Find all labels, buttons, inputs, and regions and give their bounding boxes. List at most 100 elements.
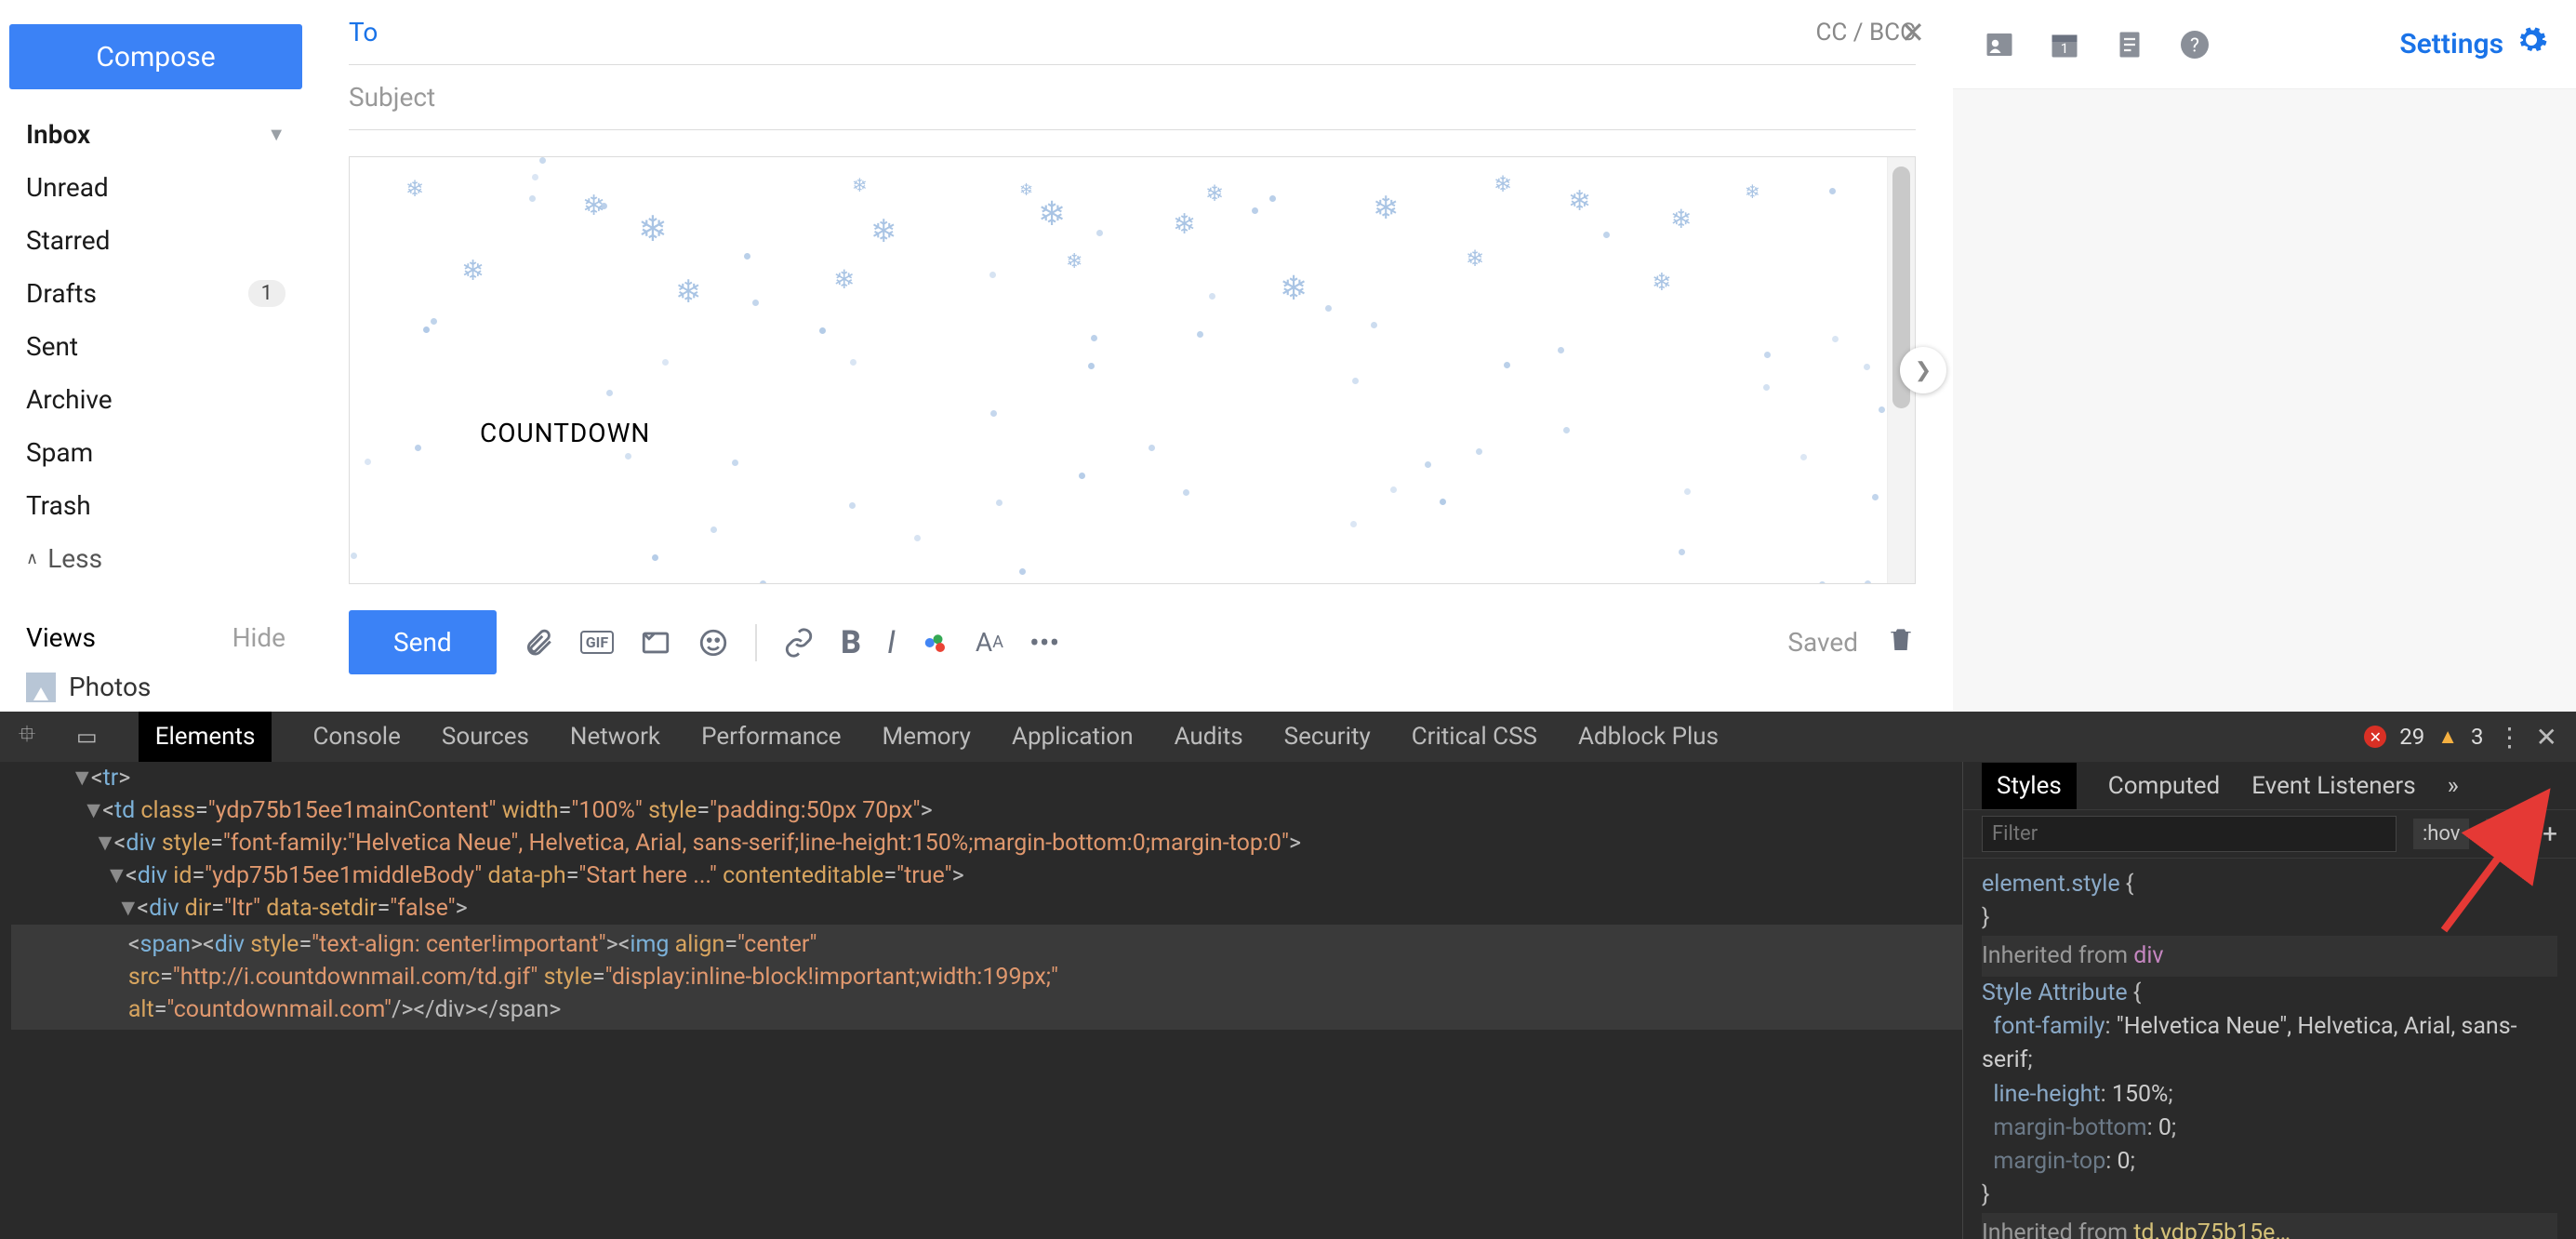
sidebar: Compose Inbox ▼ Unread Starred Drafts 1 … <box>0 0 312 712</box>
calendar-icon[interactable]: 1 <box>2046 26 2083 63</box>
view-photos[interactable]: Photos <box>9 662 302 712</box>
chevron-down-icon[interactable]: ▼ <box>267 123 285 146</box>
new-style-icon[interactable]: + <box>2543 819 2557 849</box>
device-toggle-icon[interactable]: ▭ <box>76 724 98 750</box>
close-icon[interactable]: ✕ <box>1900 15 1925 50</box>
tab-critical-css[interactable]: Critical CSS <box>1412 723 1537 751</box>
compose-button[interactable]: Compose <box>9 24 302 89</box>
subject-placeholder: Subject <box>349 82 435 113</box>
css-prop: margin-bottom <box>1993 1114 2146 1141</box>
subject-field[interactable]: Subject <box>349 65 1916 130</box>
countdown-image-alt: COUNTDOWN <box>480 418 650 448</box>
css-val: 0 <box>2158 1114 2171 1141</box>
compose-pane: ✕ To CC / BCC Subject COUNTDOWN ❄❄❄❄❄❄❄❄… <box>312 0 1953 712</box>
tab-security[interactable]: Security <box>1284 723 1371 751</box>
emoji-icon[interactable] <box>697 627 729 659</box>
settings-label: Settings <box>2399 28 2503 60</box>
expand-icon[interactable]: ❯ <box>1900 347 1946 393</box>
italic-icon[interactable]: I <box>887 624 896 661</box>
tab-memory[interactable]: Memory <box>883 723 971 751</box>
styles-tabs: Styles Computed Event Listeners » <box>1963 762 2576 810</box>
drafts-badge: 1 <box>248 280 285 307</box>
link-icon[interactable] <box>783 627 815 659</box>
views-hide[interactable]: Hide <box>232 622 285 653</box>
nav-label: Inbox <box>26 119 90 150</box>
svg-text:1: 1 <box>2061 40 2068 57</box>
devtools: ⯐ ▭ Elements Console Sources Network Per… <box>0 712 2576 1239</box>
inherited-label: Inherited from <box>1982 942 2128 969</box>
card-icon[interactable] <box>640 627 671 659</box>
css-val: 150% <box>2112 1081 2168 1108</box>
tab-computed[interactable]: Computed <box>2108 772 2220 800</box>
nav-sent[interactable]: Sent <box>9 320 302 373</box>
help-icon[interactable]: ? <box>2176 26 2213 63</box>
tab-performance[interactable]: Performance <box>701 723 841 751</box>
nav-label: Sent <box>26 331 78 362</box>
css-prop: font-family <box>1993 1013 2105 1040</box>
devtools-tabs: ⯐ ▭ Elements Console Sources Network Per… <box>0 712 2576 762</box>
views-header: Views Hide <box>9 585 302 662</box>
send-button[interactable]: Send <box>349 610 497 674</box>
nav-label: Unread <box>26 172 109 203</box>
nav-drafts[interactable]: Drafts 1 <box>9 267 302 320</box>
dom-tree[interactable]: ▼<tr> ▼<td class="ydp75b15ee1mainContent… <box>0 762 1962 1239</box>
devtools-menu-icon[interactable]: ⋮ <box>2497 722 2523 753</box>
inspect-icon[interactable]: ⯐ <box>19 718 35 756</box>
styles-panel: Styles Computed Event Listeners » :hov .… <box>1962 762 2576 1239</box>
right-header: 1 ? Settings <box>1953 0 2576 89</box>
tab-elements[interactable]: Elements <box>139 712 272 762</box>
tab-audits[interactable]: Audits <box>1175 723 1243 751</box>
to-label: To <box>349 17 378 47</box>
tab-network[interactable]: Network <box>570 723 660 751</box>
attach-icon[interactable] <box>523 627 554 659</box>
devtools-close-icon[interactable]: ✕ <box>2536 722 2557 753</box>
nav-spam[interactable]: Spam <box>9 426 302 479</box>
warning-count-icon[interactable]: ▲ <box>2437 725 2458 749</box>
nav-unread[interactable]: Unread <box>9 161 302 214</box>
font-size-icon[interactable]: AA <box>976 627 1003 658</box>
more-icon[interactable]: ••• <box>1029 625 1059 660</box>
saved-status: Saved <box>1787 627 1858 658</box>
inherited-label: Inherited from <box>1982 1219 2128 1239</box>
nav-trash[interactable]: Trash <box>9 479 302 532</box>
views-label: Views <box>26 622 96 653</box>
contacts-icon[interactable] <box>1981 26 2018 63</box>
hov-toggle[interactable]: :hov <box>2413 819 2470 849</box>
tab-styles[interactable]: Styles <box>1982 763 2077 809</box>
nav-archive[interactable]: Archive <box>9 373 302 426</box>
css-prop: line-height <box>1993 1081 2100 1108</box>
bold-icon[interactable]: B <box>841 624 861 661</box>
gif-icon[interactable]: GIF <box>580 631 614 654</box>
compose-body[interactable]: COUNTDOWN ❄❄❄❄❄❄❄❄❄❄❄❄❄❄❄❄❄❄❄❄❄ ❯ <box>349 156 1916 584</box>
inherited-selector: td.ydp75b15e… <box>2133 1219 2291 1239</box>
nav-starred[interactable]: Starred <box>9 214 302 267</box>
photos-icon <box>26 673 56 702</box>
color-icon[interactable] <box>922 629 949 657</box>
error-count-icon[interactable]: ✕ <box>2364 726 2386 748</box>
gear-icon <box>2515 23 2548 65</box>
css-val: 0 <box>2118 1148 2131 1175</box>
tab-adblock[interactable]: Adblock Plus <box>1578 723 1719 751</box>
nav-inbox[interactable]: Inbox ▼ <box>9 108 302 161</box>
notes-icon[interactable] <box>2111 26 2148 63</box>
tab-sources[interactable]: Sources <box>442 723 529 751</box>
nav-less-label: Less <box>47 543 102 574</box>
svg-text:?: ? <box>2190 34 2199 57</box>
tab-more-icon[interactable]: » <box>2448 772 2459 800</box>
styles-body[interactable]: element.style { } Inherited from div Sty… <box>1963 859 2576 1239</box>
cls-toggle[interactable]: .cl <box>2486 819 2526 849</box>
right-panel: 1 ? Settings <box>1953 0 2576 712</box>
tab-application[interactable]: Application <box>1012 723 1134 751</box>
to-field[interactable]: To CC / BCC <box>349 0 1916 65</box>
css-prop: margin-top <box>1993 1148 2105 1175</box>
separator <box>755 624 757 661</box>
tab-event-listeners[interactable]: Event Listeners <box>2251 772 2415 800</box>
settings-link[interactable]: Settings <box>2399 23 2548 65</box>
tab-console[interactable]: Console <box>312 723 400 751</box>
view-photos-label: Photos <box>69 672 151 702</box>
styles-filter-input[interactable] <box>1982 816 2397 852</box>
nav-less[interactable]: ∧Less <box>9 532 302 585</box>
warning-count: 3 <box>2471 724 2484 750</box>
trash-icon[interactable] <box>1886 624 1916 661</box>
rule-selector: Style Attribute <box>1982 979 2128 1006</box>
